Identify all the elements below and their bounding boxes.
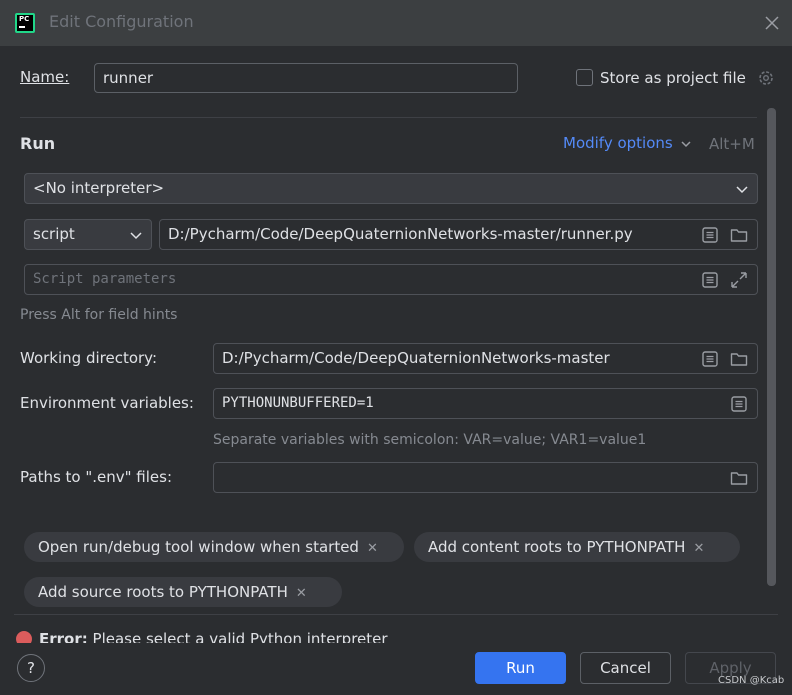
divider — [20, 117, 757, 118]
chip-label: Add source roots to PYTHONPATH — [38, 583, 288, 601]
window-title: Edit Configuration — [49, 12, 194, 31]
chevron-down-icon — [735, 182, 749, 196]
modify-shortcut: Alt+M — [709, 135, 755, 153]
scrollbar[interactable] — [767, 108, 776, 586]
pycharm-logo-icon: PC — [15, 13, 35, 33]
mode-value: script — [33, 225, 75, 243]
env-vars-hint: Separate variables with semicolon: VAR=v… — [213, 432, 647, 448]
working-dir-label: Working directory: — [20, 349, 158, 367]
env-vars-label: Environment variables: — [20, 394, 194, 412]
chevron-down-icon — [680, 138, 692, 150]
close-icon[interactable] — [762, 13, 782, 33]
watermark: CSDN @Kcab — [718, 675, 785, 686]
folder-icon[interactable] — [729, 349, 749, 369]
error-prefix: Error: — [39, 630, 88, 643]
modify-options-link[interactable]: Modify options — [563, 134, 692, 152]
script-params-input[interactable]: Script parameters — [24, 264, 758, 295]
divider — [14, 614, 778, 615]
error-text: Error: Please select a valid Python inte… — [39, 630, 388, 643]
store-project-label: Store as project file — [600, 69, 746, 87]
name-label-text: Name: — [20, 68, 70, 86]
remove-chip-icon[interactable]: ✕ — [367, 534, 378, 564]
cancel-button[interactable]: Cancel — [580, 652, 671, 684]
chevron-down-icon — [129, 228, 143, 242]
env-files-label: Paths to ".env" files: — [20, 468, 173, 486]
remove-chip-icon[interactable]: ✕ — [296, 579, 307, 609]
expand-icon[interactable] — [729, 270, 749, 290]
interpreter-select[interactable]: <No interpreter> — [24, 173, 758, 204]
error-banner: Error: Please select a valid Python inte… — [0, 626, 792, 643]
field-hint: Press Alt for field hints — [20, 307, 178, 323]
folder-icon[interactable] — [729, 225, 749, 245]
working-dir-input[interactable]: D:/Pycharm/Code/DeepQuaternionNetworks-m… — [213, 343, 758, 374]
expand-text-icon[interactable] — [729, 394, 749, 414]
chip-source-roots: Add source roots to PYTHONPATH ✕ — [24, 577, 342, 607]
env-files-input[interactable] — [213, 462, 758, 493]
chip-label: Open run/debug tool window when started — [38, 538, 359, 556]
interpreter-value: <No interpreter> — [33, 179, 165, 197]
script-path-input[interactable]: D:/Pycharm/Code/DeepQuaternionNetworks-m… — [159, 219, 758, 250]
error-icon — [16, 631, 32, 643]
store-project-checkbox[interactable] — [576, 69, 593, 86]
error-message: Please select a valid Python interpreter — [92, 630, 388, 643]
chip-content-roots: Add content roots to PYTHONPATH ✕ — [414, 532, 740, 562]
expand-text-icon[interactable] — [700, 225, 720, 245]
chip-label: Add content roots to PYTHONPATH — [428, 538, 686, 556]
help-button[interactable]: ? — [17, 654, 45, 682]
chip-open-run-window: Open run/debug tool window when started ✕ — [24, 532, 404, 562]
modify-options-label: Modify options — [563, 134, 673, 152]
env-vars-input[interactable]: PYTHONUNBUFFERED=1 — [213, 388, 758, 419]
folder-icon[interactable] — [729, 468, 749, 488]
expand-text-icon[interactable] — [700, 349, 720, 369]
name-label: Name: — [20, 68, 69, 86]
run-section-title: Run — [20, 134, 56, 153]
gear-icon[interactable] — [756, 68, 776, 88]
name-input[interactable]: runner — [94, 63, 518, 93]
remove-chip-icon[interactable]: ✕ — [693, 534, 704, 564]
run-button[interactable]: Run — [475, 652, 566, 684]
expand-text-icon[interactable] — [700, 270, 720, 290]
